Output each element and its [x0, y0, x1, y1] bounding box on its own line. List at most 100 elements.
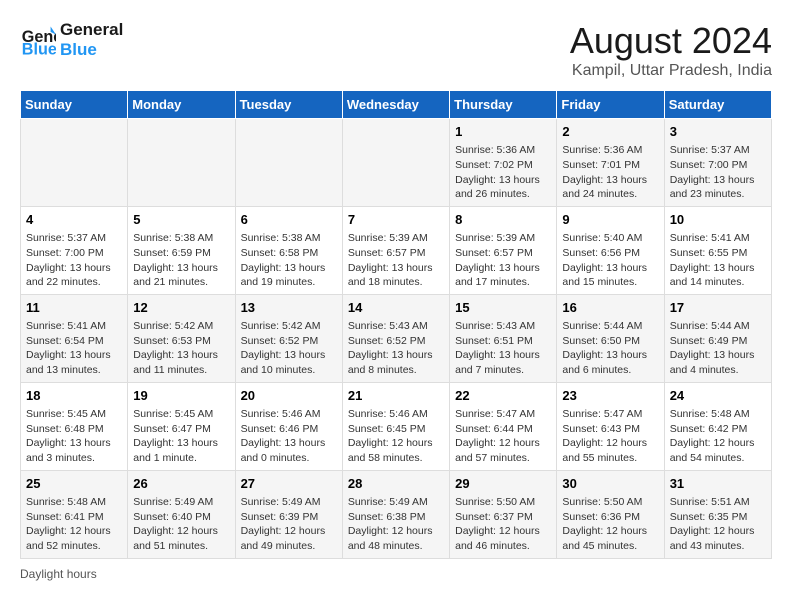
weekday-header: Monday — [128, 91, 235, 119]
calendar-cell: 7 Sunrise: 5:39 AMSunset: 6:57 PMDaylight… — [342, 206, 449, 294]
day-info: Sunrise: 5:46 AMSunset: 6:46 PMDaylight:… — [241, 407, 337, 466]
day-info: Sunrise: 5:44 AMSunset: 6:50 PMDaylight:… — [562, 319, 658, 378]
calendar-table: SundayMondayTuesdayWednesdayThursdayFrid… — [20, 90, 772, 559]
weekday-header: Saturday — [664, 91, 771, 119]
day-number: 29 — [455, 475, 551, 493]
day-number: 15 — [455, 299, 551, 317]
calendar-subtitle: Kampil, Uttar Pradesh, India — [570, 62, 772, 80]
calendar-cell: 11 Sunrise: 5:41 AMSunset: 6:54 PMDayligh… — [21, 294, 128, 382]
calendar-cell: 24 Sunrise: 5:48 AMSunset: 6:42 PMDayligh… — [664, 382, 771, 470]
day-info: Sunrise: 5:43 AMSunset: 6:52 PMDaylight:… — [348, 319, 444, 378]
logo: General Blue General Blue — [20, 20, 123, 61]
day-number: 25 — [26, 475, 122, 493]
day-number: 2 — [562, 123, 658, 141]
day-info: Sunrise: 5:50 AMSunset: 6:36 PMDaylight:… — [562, 495, 658, 554]
day-info: Sunrise: 5:36 AMSunset: 7:01 PMDaylight:… — [562, 143, 658, 202]
day-number: 19 — [133, 387, 229, 405]
day-info: Sunrise: 5:40 AMSunset: 6:56 PMDaylight:… — [562, 231, 658, 290]
calendar-header: SundayMondayTuesdayWednesdayThursdayFrid… — [21, 91, 772, 119]
day-number: 31 — [670, 475, 766, 493]
day-info: Sunrise: 5:37 AMSunset: 7:00 PMDaylight:… — [670, 143, 766, 202]
weekday-header: Tuesday — [235, 91, 342, 119]
weekday-header: Wednesday — [342, 91, 449, 119]
day-number: 6 — [241, 211, 337, 229]
day-info: Sunrise: 5:41 AMSunset: 6:54 PMDaylight:… — [26, 319, 122, 378]
calendar-cell: 20 Sunrise: 5:46 AMSunset: 6:46 PMDayligh… — [235, 382, 342, 470]
calendar-cell: 23 Sunrise: 5:47 AMSunset: 6:43 PMDayligh… — [557, 382, 664, 470]
day-number: 14 — [348, 299, 444, 317]
title-block: August 2024 Kampil, Uttar Pradesh, India — [570, 20, 772, 80]
logo-icon: General Blue — [20, 22, 56, 58]
day-number: 23 — [562, 387, 658, 405]
calendar-cell: 14 Sunrise: 5:43 AMSunset: 6:52 PMDayligh… — [342, 294, 449, 382]
calendar-cell: 31 Sunrise: 5:51 AMSunset: 6:35 PMDayligh… — [664, 470, 771, 558]
day-info: Sunrise: 5:50 AMSunset: 6:37 PMDaylight:… — [455, 495, 551, 554]
day-info: Sunrise: 5:48 AMSunset: 6:42 PMDaylight:… — [670, 407, 766, 466]
day-info: Sunrise: 5:49 AMSunset: 6:38 PMDaylight:… — [348, 495, 444, 554]
day-info: Sunrise: 5:47 AMSunset: 6:44 PMDaylight:… — [455, 407, 551, 466]
calendar-cell: 3Sunrise: 5:37 AMSunset: 7:00 PMDaylight… — [664, 119, 771, 207]
calendar-cell: 29 Sunrise: 5:50 AMSunset: 6:37 PMDayligh… — [450, 470, 557, 558]
calendar-cell — [21, 119, 128, 207]
svg-text:Blue: Blue — [22, 41, 56, 59]
day-info: Sunrise: 5:49 AMSunset: 6:39 PMDaylight:… — [241, 495, 337, 554]
day-info: Sunrise: 5:51 AMSunset: 6:35 PMDaylight:… — [670, 495, 766, 554]
calendar-cell: 18 Sunrise: 5:45 AMSunset: 6:48 PMDayligh… — [21, 382, 128, 470]
day-number: 30 — [562, 475, 658, 493]
day-number: 26 — [133, 475, 229, 493]
calendar-cell: 26 Sunrise: 5:49 AMSunset: 6:40 PMDayligh… — [128, 470, 235, 558]
day-info: Sunrise: 5:39 AMSunset: 6:57 PMDaylight:… — [348, 231, 444, 290]
day-info: Sunrise: 5:45 AMSunset: 6:47 PMDaylight:… — [133, 407, 229, 466]
day-number: 24 — [670, 387, 766, 405]
day-number: 12 — [133, 299, 229, 317]
calendar-cell: 12Sunrise: 5:42 AMSunset: 6:53 PMDayligh… — [128, 294, 235, 382]
calendar-cell: 28Sunrise: 5:49 AMSunset: 6:38 PMDayligh… — [342, 470, 449, 558]
day-info: Sunrise: 5:41 AMSunset: 6:55 PMDaylight:… — [670, 231, 766, 290]
day-number: 27 — [241, 475, 337, 493]
day-info: Sunrise: 5:42 AMSunset: 6:52 PMDaylight:… — [241, 319, 337, 378]
day-number: 11 — [26, 299, 122, 317]
day-info: Sunrise: 5:49 AMSunset: 6:40 PMDaylight:… — [133, 495, 229, 554]
day-info: Sunrise: 5:47 AMSunset: 6:43 PMDaylight:… — [562, 407, 658, 466]
calendar-cell: 2 Sunrise: 5:36 AMSunset: 7:01 PMDaylight… — [557, 119, 664, 207]
day-number: 22 — [455, 387, 551, 405]
day-info: Sunrise: 5:39 AMSunset: 6:57 PMDaylight:… — [455, 231, 551, 290]
day-number: 1 — [455, 123, 551, 141]
calendar-cell: 30 Sunrise: 5:50 AMSunset: 6:36 PMDayligh… — [557, 470, 664, 558]
day-number: 9 — [562, 211, 658, 229]
day-info: Sunrise: 5:45 AMSunset: 6:48 PMDaylight:… — [26, 407, 122, 466]
day-number: 13 — [241, 299, 337, 317]
day-number: 7 — [348, 211, 444, 229]
calendar-cell: 9 Sunrise: 5:40 AMSunset: 6:56 PMDaylight… — [557, 206, 664, 294]
daylight-label: Daylight hours — [20, 567, 97, 581]
calendar-cell: 15 Sunrise: 5:43 AMSunset: 6:51 PMDayligh… — [450, 294, 557, 382]
day-info: Sunrise: 5:38 AMSunset: 6:58 PMDaylight:… — [241, 231, 337, 290]
calendar-cell: 5 Sunrise: 5:38 AMSunset: 6:59 PMDaylight… — [128, 206, 235, 294]
day-number: 16 — [562, 299, 658, 317]
calendar-cell: 10Sunrise: 5:41 AMSunset: 6:55 PMDayligh… — [664, 206, 771, 294]
day-info: Sunrise: 5:43 AMSunset: 6:51 PMDaylight:… — [455, 319, 551, 378]
calendar-footer: Daylight hours — [20, 567, 772, 581]
calendar-cell: 25Sunrise: 5:48 AMSunset: 6:41 PMDayligh… — [21, 470, 128, 558]
calendar-title: August 2024 — [570, 20, 772, 62]
calendar-cell: 27 Sunrise: 5:49 AMSunset: 6:39 PMDayligh… — [235, 470, 342, 558]
day-info: Sunrise: 5:46 AMSunset: 6:45 PMDaylight:… — [348, 407, 444, 466]
weekday-header: Sunday — [21, 91, 128, 119]
calendar-cell: 16 Sunrise: 5:44 AMSunset: 6:50 PMDayligh… — [557, 294, 664, 382]
day-number: 8 — [455, 211, 551, 229]
day-number: 18 — [26, 387, 122, 405]
calendar-cell: 19 Sunrise: 5:45 AMSunset: 6:47 PMDayligh… — [128, 382, 235, 470]
calendar-cell: 1 Sunrise: 5:36 AMSunset: 7:02 PMDaylight… — [450, 119, 557, 207]
day-info: Sunrise: 5:38 AMSunset: 6:59 PMDaylight:… — [133, 231, 229, 290]
calendar-cell: 8 Sunrise: 5:39 AMSunset: 6:57 PMDaylight… — [450, 206, 557, 294]
day-number: 20 — [241, 387, 337, 405]
day-info: Sunrise: 5:37 AMSunset: 7:00 PMDaylight:… — [26, 231, 122, 290]
day-number: 17 — [670, 299, 766, 317]
day-number: 5 — [133, 211, 229, 229]
calendar-cell — [235, 119, 342, 207]
calendar-cell: 4Sunrise: 5:37 AMSunset: 7:00 PMDaylight… — [21, 206, 128, 294]
calendar-cell — [128, 119, 235, 207]
calendar-cell: 22 Sunrise: 5:47 AMSunset: 6:44 PMDayligh… — [450, 382, 557, 470]
day-info: Sunrise: 5:36 AMSunset: 7:02 PMDaylight:… — [455, 143, 551, 202]
calendar-cell: 6 Sunrise: 5:38 AMSunset: 6:58 PMDaylight… — [235, 206, 342, 294]
